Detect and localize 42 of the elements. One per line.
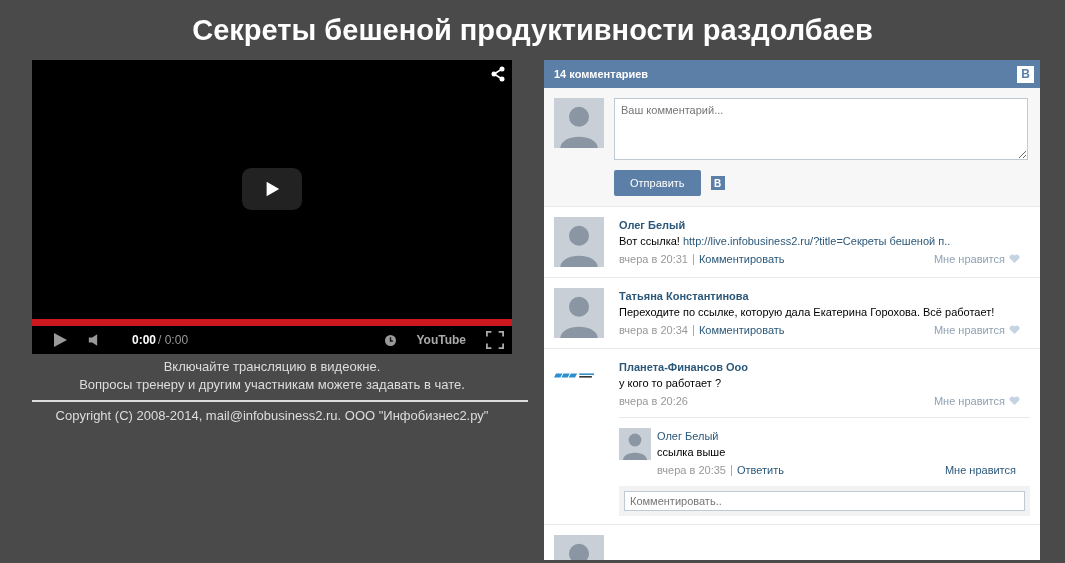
note-text: Вопросы тренеру и другим участникам можете задавать в чате. bbox=[78, 376, 466, 394]
comment-link[interactable]: Ответить bbox=[736, 460, 784, 480]
avatar bbox=[554, 217, 604, 267]
comment-field[interactable]: Ваш комментарий... bbox=[614, 98, 1028, 160]
clock-icon[interactable] bbox=[385, 334, 397, 346]
timestamp: вчера в 20:31 bbox=[619, 252, 688, 267]
vk-logo[interactable]: В bbox=[1017, 65, 1034, 83]
total-time: / 0:00 bbox=[158, 333, 189, 347]
author-name[interactable]: Олег Белый bbox=[657, 428, 1030, 444]
current-time: 0:00 bbox=[132, 333, 157, 347]
comment-link[interactable]: Комментировать bbox=[698, 249, 785, 269]
play-button[interactable] bbox=[242, 168, 302, 210]
comment-count: 14 комментариев bbox=[554, 68, 649, 80]
copyright-text: Copyright (C) 2008-2014, mail@infobusiness2.ru. ООО "Инфобизнес2.ру" bbox=[54, 408, 490, 423]
avatar bbox=[554, 288, 604, 338]
note-text: Включайте трансляцию в видеокне. bbox=[162, 358, 382, 376]
link[interactable]: http://live.infobusiness2.ru/?title=Секреты бешеной п.. bbox=[682, 235, 951, 247]
play-icon[interactable] bbox=[52, 332, 68, 348]
timestamp: вчера в 20:34 bbox=[619, 323, 688, 338]
comment-link[interactable]: Комментировать bbox=[698, 320, 785, 340]
share-icon[interactable] bbox=[490, 66, 506, 82]
youtube-logo[interactable]: YouTube bbox=[416, 333, 466, 347]
comment-text: ссылка выше bbox=[657, 445, 727, 460]
avatar bbox=[619, 428, 651, 460]
author-name[interactable]: Планета-Финансов Ооо bbox=[619, 359, 1030, 375]
logo bbox=[554, 373, 594, 378]
reply-field[interactable]: Комментировать.. bbox=[624, 491, 1025, 511]
video-player[interactable]: 0:00 / 0:00 YouTube bbox=[32, 60, 512, 354]
timestamp: вчера в 20:35 bbox=[657, 463, 726, 478]
author-name[interactable]: Татьяна Константинова bbox=[619, 288, 1030, 304]
comment-text: у кого то работает ? bbox=[619, 376, 723, 391]
fullscreen-icon[interactable] bbox=[486, 331, 504, 349]
vk-logo[interactable]: В bbox=[710, 176, 725, 190]
volume-icon[interactable] bbox=[88, 333, 98, 347]
send-button[interactable]: Отправить bbox=[614, 170, 701, 196]
like-link[interactable]: Мне нравится bbox=[944, 460, 1016, 480]
avatar bbox=[554, 98, 604, 148]
timestamp: вчера в 20:26 bbox=[619, 394, 688, 409]
comment-text: Вот ссылка! http://live.infobusiness2.ru/?title=Секреты бешеной п.. bbox=[619, 234, 952, 249]
comment-text: Переходите по ссылке, которую дала Екатерина Горохова. Всё работает! bbox=[619, 305, 996, 320]
page-title: Секреты бешеной продуктивности раздолбаев bbox=[191, 13, 874, 48]
author-name[interactable]: Олег Белый bbox=[619, 217, 1030, 233]
